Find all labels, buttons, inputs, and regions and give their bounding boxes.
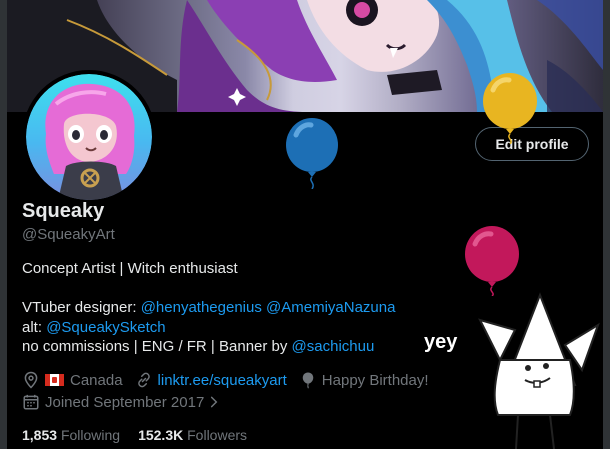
followers-count: 152.3K [138, 427, 184, 443]
profile-meta-row: Canada linktr.ee/squeakyart Happy Birthd… [22, 371, 441, 389]
location-pin-icon [24, 371, 38, 389]
following-count: 1,853 [22, 427, 58, 443]
mention-link[interactable]: @AmemiyaNazuna [266, 299, 395, 316]
birthday-item: Happy Birthday! [299, 371, 429, 389]
profile-page: Edit profile Squeaky @SqueakyArt Concept… [0, 0, 610, 449]
magenta-balloon-decoration [465, 226, 519, 296]
follow-stats: 1,853 Following 152.3K Followers [22, 427, 247, 443]
calendar-icon [23, 394, 39, 410]
display-name: Squeaky [22, 200, 105, 222]
joined-text: Joined September 2017 [45, 393, 205, 411]
birthday-text: Happy Birthday! [321, 371, 429, 389]
followers-link[interactable]: 152.3K Followers [138, 427, 247, 443]
following-label: Following [60, 427, 121, 443]
avatar[interactable] [22, 70, 156, 204]
location-text: Canada [70, 371, 123, 389]
balloon-icon [302, 372, 314, 389]
website-item[interactable]: linktr.ee/squeakyart [135, 371, 287, 389]
mention-link[interactable]: @SqueakySketch [46, 319, 165, 336]
profile-bio: Concept Artist | Witch enthusiast VTuber… [22, 259, 442, 357]
bio-text: VTuber designer: [22, 299, 141, 316]
bio-text: alt: [22, 318, 47, 336]
blue-balloon-decoration [286, 118, 338, 189]
joined-item[interactable]: Joined September 2017 [22, 393, 221, 411]
mention-link[interactable]: @sachichuu [292, 338, 375, 355]
doodle-creature-decoration [478, 292, 600, 449]
canada-flag-icon [45, 374, 64, 386]
link-icon [137, 372, 150, 388]
chevron-right-icon [211, 396, 218, 408]
website-link[interactable]: linktr.ee/squeakyart [158, 372, 287, 389]
bio-line: VTuber designer: @henyathegenius @Amemiy… [22, 298, 442, 318]
location-item: Canada [22, 371, 123, 389]
following-link[interactable]: 1,853 Following [22, 427, 120, 443]
joined-row: Joined September 2017 [22, 393, 233, 411]
bio-line: no commissions | ENG / FR | Banner by @s… [22, 337, 442, 357]
left-border [0, 0, 7, 449]
user-handle: @SqueakyArt [22, 226, 115, 243]
bio-line: Concept Artist | Witch enthusiast [22, 260, 238, 277]
yey-text: yey [424, 331, 458, 353]
bio-text: no commissions | ENG / FR | Banner by [22, 338, 292, 355]
bio-blank-line [22, 279, 442, 299]
right-border [603, 0, 610, 449]
bio-line: alt: @SqueakySketch [22, 318, 442, 338]
yellow-balloon-decoration [483, 73, 537, 144]
followers-label: Followers [187, 427, 248, 443]
mention-link[interactable]: @henyathegenius [141, 299, 262, 316]
